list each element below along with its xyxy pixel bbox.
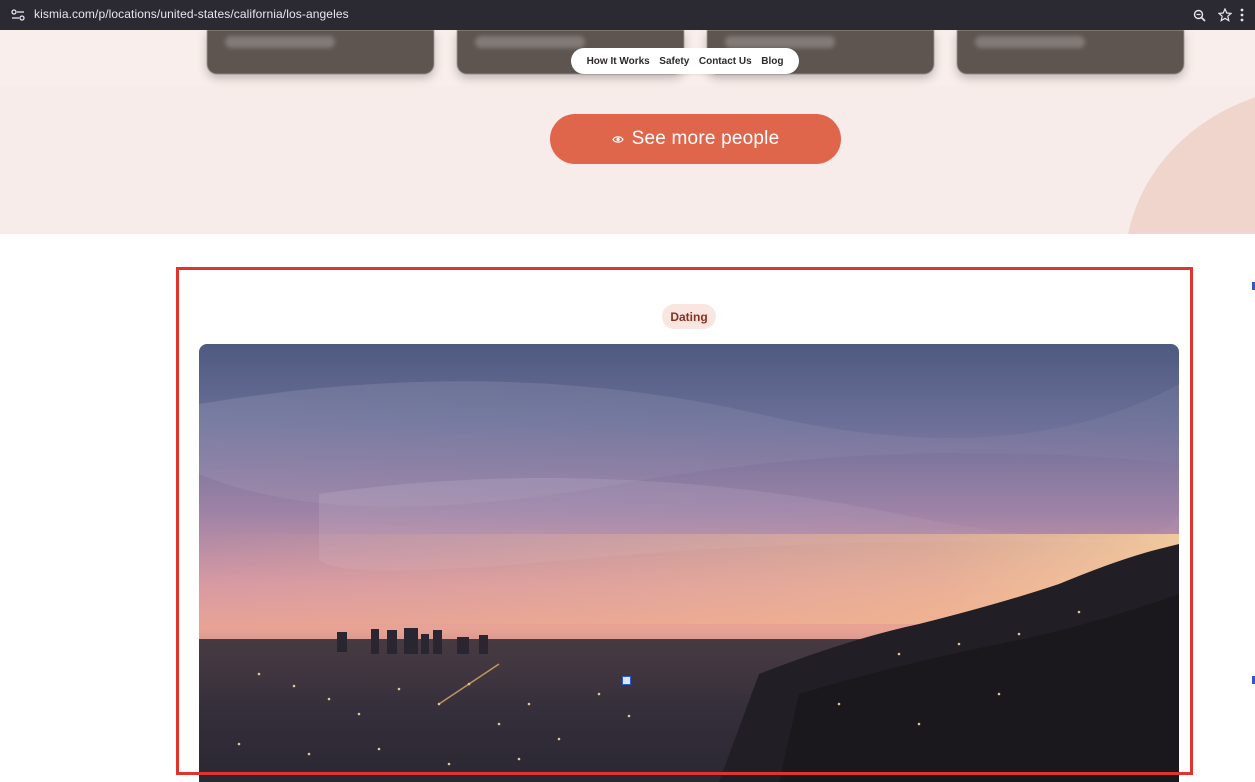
profile-card[interactable] (957, 30, 1184, 74)
address-bar-url[interactable]: kismia.com/p/locations/united-states/cal… (34, 7, 349, 21)
los-angeles-skyline-image (199, 344, 1179, 782)
browser-toolbar: kismia.com/p/locations/united-states/cal… (0, 0, 1255, 30)
cursor-marker (622, 676, 631, 685)
main-nav: How It Works Safety Contact Us Blog (571, 48, 799, 74)
nav-contact-us[interactable]: Contact Us (699, 56, 752, 67)
nav-how-it-works[interactable]: How It Works (587, 56, 650, 67)
zoom-icon[interactable] (1189, 5, 1209, 25)
profiles-section: How It Works Safety Contact Us Blog See … (0, 30, 1255, 234)
nav-blog[interactable]: Blog (761, 56, 783, 67)
site-settings-icon[interactable] (8, 6, 28, 24)
decorative-arc (1125, 86, 1255, 234)
menu-kebab-icon[interactable] (1236, 5, 1248, 25)
nav-safety[interactable]: Safety (659, 56, 689, 67)
profile-card[interactable] (207, 30, 434, 74)
bookmark-star-icon[interactable] (1215, 5, 1235, 25)
see-more-people-button[interactable]: See more people (550, 114, 841, 164)
see-more-people-label: See more people (631, 128, 780, 149)
eye-icon (611, 133, 624, 145)
category-tag[interactable]: Dating (662, 304, 716, 329)
